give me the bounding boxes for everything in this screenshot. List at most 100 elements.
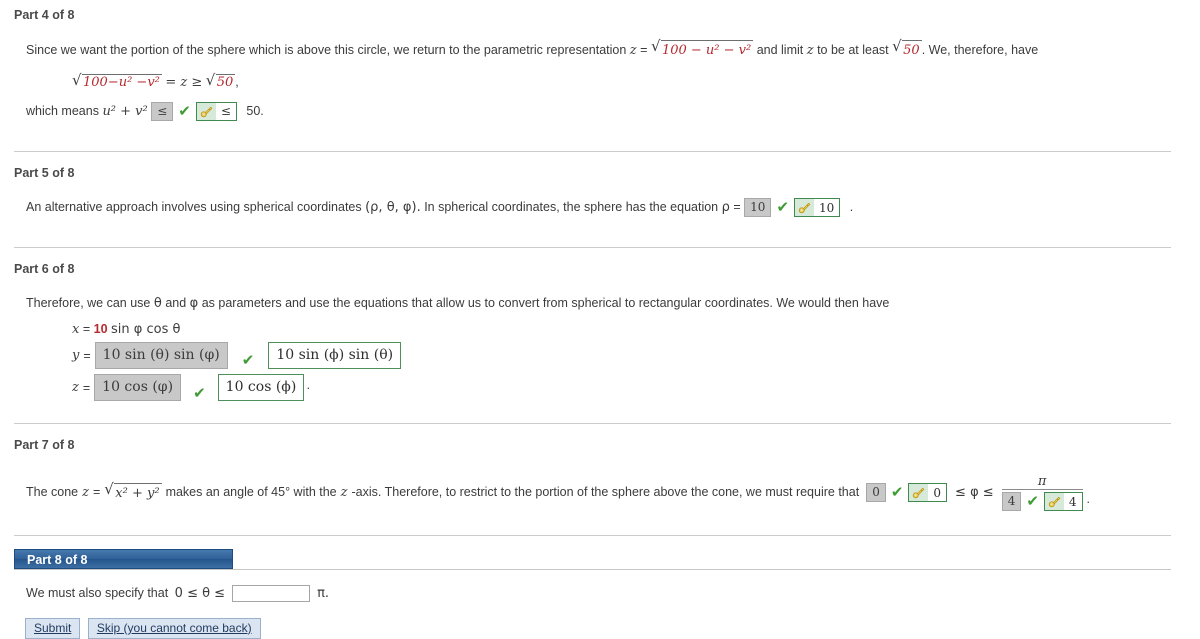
part-6-var-z: z [72, 380, 79, 395]
part-4-answer-key[interactable]: ≤ [195, 101, 237, 121]
part-4-eq-radicand-1: 100−u² −v² [82, 73, 162, 90]
part-4-radicand-1: 100 − u² − v² [660, 40, 754, 61]
part-6-key-answer-y: 10 sin (ϕ) sin (θ) [268, 342, 402, 369]
part-7-lower-student-answer[interactable]: 0 [866, 483, 886, 503]
exercise-page: { "colors": { "accent_number": "#b5292f"… [0, 0, 1200, 639]
part-8-inequality: 0 ≤ θ ≤ [174, 586, 226, 602]
part-4-text-c: to be at least [817, 43, 889, 57]
part-4-equals: = [640, 43, 648, 57]
part-6-text-a: Therefore, we can use [26, 295, 151, 310]
key-icon-svg [200, 106, 213, 117]
submit-button[interactable]: Submit [25, 617, 81, 639]
part-4-eq-middle: = z ≥ [165, 74, 203, 90]
part-5-equals: = [733, 200, 741, 214]
part-8-answer-line: We must also specify that 0 ≤ θ ≤ π. [0, 584, 1200, 604]
part-7-equals: = [92, 485, 101, 500]
part-8-tail: π. [317, 586, 330, 602]
part-4-equation-line: √ 100−u² −v² = z ≥ √ 50, [0, 70, 1200, 90]
correct-check-icon: ✔ [776, 198, 790, 217]
part-5-text-a: An alternative approach involves using s… [26, 200, 362, 214]
part-8-header-rule [14, 569, 1171, 571]
part-5-answer-key[interactable]: 10 [794, 198, 841, 218]
part-4-which-means: which means [26, 103, 99, 118]
part-4-key-answer: ≤ [220, 104, 231, 119]
part-7-var-z: z [82, 484, 89, 500]
part-6-z-trailing: · [306, 380, 311, 395]
correct-check-icon: ✔ [241, 351, 255, 369]
part-7-lower-answer-key[interactable]: 0 [908, 483, 948, 503]
part-7-upper-group: 4 ✔ 4 [1001, 492, 1083, 512]
part-7-upper-student-answer[interactable]: 4 [1001, 492, 1022, 512]
part-4-radical-1: √ 100 − u² − v² [650, 37, 754, 61]
part-6-label: Part 6 of 8 [14, 261, 75, 276]
key-icon-svg [1048, 496, 1061, 508]
part-7-upper-key-answer: 4 [1068, 494, 1077, 509]
part-4-text-a: Since we want the portion of the sphere … [26, 43, 627, 57]
part-7-frac-denominator-group: 4 ✔ 4 [1001, 490, 1083, 512]
part-5-student-answer[interactable]: 10 [744, 198, 772, 218]
part-6-student-answer-z[interactable]: 10 cos (φ) [94, 374, 182, 401]
theta-upper-bound-input[interactable] [231, 585, 310, 603]
key-icon-svg [913, 487, 925, 499]
part-6-paragraph: Therefore, we can use θ and φ as paramet… [0, 294, 1200, 314]
part-7-paragraph: The cone z = √ x² + y² makes an angle of … [0, 474, 1200, 512]
part-6-theta: θ [153, 295, 162, 311]
part-7-text-b: makes an angle of 45° with the [165, 485, 337, 500]
part-6-section: Part 6 of 8 Therefore, we can use θ and … [0, 248, 1200, 424]
part-6-text-b: as parameters and use the equations that… [201, 295, 890, 310]
correct-check-icon: ✔ [890, 483, 904, 502]
part-6-student-answer-y[interactable]: 10 sin (θ) sin (φ) [94, 342, 228, 369]
part-5-tail: . [849, 200, 854, 214]
part-4-var-z2: z [806, 43, 814, 58]
key-icon [909, 484, 929, 502]
part-4-paragraph: Since we want the portion of the sphere … [0, 39, 1200, 61]
correct-check-icon: ✔ [1026, 492, 1039, 511]
part-7-tail: . [1086, 492, 1091, 507]
part-4-eq-radical-2: √ 50 [206, 72, 236, 90]
key-icon-svg [798, 202, 811, 214]
part-7-lower-group: 0 ✔ 0 [866, 483, 948, 503]
part-5-paragraph: An alternative approach involves using s… [0, 198, 1200, 218]
part-6-equals-y: = [83, 348, 91, 363]
part-7-text-c: -axis. Therefore, to restrict to the por… [351, 485, 860, 500]
part-8-header: Part 8 of 8 [14, 549, 233, 570]
part-7-lower-key-answer: 0 [933, 485, 942, 500]
part-4-label: Part 4 of 8 [14, 8, 75, 22]
part-6-phi: φ [189, 295, 199, 311]
part-7-frac-numerator: π [1037, 474, 1047, 489]
part-5-label: Part 5 of 8 [14, 166, 75, 180]
part-5-key-answer: 10 [819, 200, 835, 215]
part-4-eq-radical-1: √ 100−u² −v² [72, 70, 162, 90]
correct-check-icon: ✔ [193, 384, 206, 402]
part-4-var-z: z [629, 43, 637, 58]
part-7-section: Part 7 of 8 The cone z = √ x² + y² makes … [0, 424, 1200, 537]
part-7-middle-inequality: ≤ φ ≤ [955, 484, 994, 500]
part-8-text-a: We must also specify that [26, 586, 169, 601]
part-4-answer-group: ≤ ✔ ≤ [151, 101, 237, 121]
part-5-section: Part 5 of 8 An alternative approach invo… [0, 152, 1200, 248]
part-4-expression: u² + v² [102, 103, 148, 119]
part-6-equals-z: = [82, 380, 91, 395]
part-6-var-x: x [72, 322, 80, 337]
part-7-upper-answer-key[interactable]: 4 [1043, 492, 1083, 512]
key-icon [795, 199, 815, 217]
part-4-text-b: and limit [756, 43, 804, 57]
skip-button[interactable]: Skip (you cannot come back) [87, 617, 261, 639]
radical-icon: √ [104, 479, 114, 498]
part-4-eq-comma: , [235, 74, 239, 89]
correct-check-icon: ✔ [178, 101, 191, 120]
part-7-fraction: π 4 ✔ 4 [1001, 474, 1083, 512]
part-7-radicand: x² + y² [114, 482, 162, 504]
part-4-eq-radicand-2: 50 [215, 73, 236, 90]
part-6-row-z: z = 10 cos (φ) ✔ 10 cos (ϕ) · [0, 374, 1200, 401]
part-4-radicand-2: 50 [902, 40, 922, 61]
radical-icon: √ [892, 37, 902, 55]
part-5-coordinates: (ρ, θ, φ). [365, 200, 421, 215]
part-4-student-answer[interactable]: ≤ [151, 101, 174, 121]
radical-icon: √ [650, 37, 661, 55]
part-6-row-x: x = 10 sin φ cos θ [0, 322, 1200, 337]
radical-icon: √ [72, 70, 82, 89]
part-6-var-y: y [72, 348, 80, 363]
part-4-tail: 50. [246, 103, 264, 118]
part-8-section: Part 8 of 8 We must also specify that 0 … [0, 536, 1200, 639]
